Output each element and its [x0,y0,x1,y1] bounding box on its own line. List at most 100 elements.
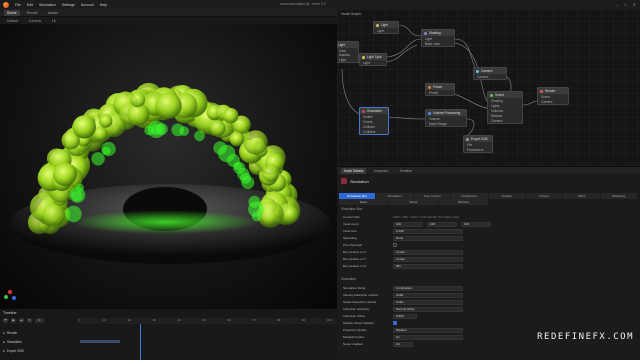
minimize-icon[interactable]: – [616,2,618,7]
fluid-puff [72,115,97,139]
node-graph[interactable]: Node Graph Light Light Shading Light Bas… [337,9,640,166]
simulation-mode-select[interactable]: Combustion [393,285,463,291]
properties-tabs: Node Details Inspector Timeline [337,167,640,174]
node-scene[interactable]: Scene Shading Lights Volumes Meshes Came… [487,91,523,124]
playback-controls: ⏮ ▶ ⏭ ↻ 0 [3,318,44,323]
export-icon [466,137,469,141]
eye-icon[interactable]: ● [3,349,5,353]
noise-gradient-select[interactable]: On [393,341,413,347]
maximize-icon[interactable]: □ [624,2,626,7]
velocity-advection-select[interactable]: Cubic [393,292,463,298]
node-simulation[interactable]: Simulation Emitter Forces Collision Coll… [359,107,389,135]
node-shading[interactable]: Shading Light Base color [421,29,455,47]
viewport-tabs: Scene Render Assets [0,9,337,17]
playhead[interactable] [140,324,142,360]
tab-node-details[interactable]: Node Details [341,167,367,174]
disable-ghost-collision-checkbox[interactable] [393,321,397,325]
toolbar-default[interactable]: Default [4,18,21,24]
tab-scene[interactable]: Scene [4,9,20,16]
node-light-1[interactable]: Light Light [373,21,399,34]
spreading-select[interactable]: None [393,235,463,241]
prop-velocity-advection: Velocity Advection method Cubic [343,292,633,298]
node-preset[interactable]: Preset Preset [425,83,455,96]
box-position-y-select[interactable]: Center [393,256,463,262]
node-export-vdb[interactable]: Export VDB File Parameters [463,135,493,153]
properties-panel: Node Details Inspector Timeline Simulati… [337,166,640,360]
fluid-glow-puff [71,190,83,202]
section-tabs-2: Mask Shear Particles [339,199,489,205]
tab-modelling[interactable]: Modelling [600,193,638,199]
tab-shear[interactable]: Shear [389,199,439,205]
node-volume-processing[interactable]: Volume Processing Volume Mask Range [425,109,467,127]
timeline-tick: 0 [78,318,80,322]
toolbar-camera[interactable]: Camera [26,18,44,24]
prop-disable-ghost-collision: Disable Ghost Collision [343,320,633,326]
track-render[interactable]: ● Render [3,331,17,335]
advection-accuracy-select[interactable]: Second Order [393,306,463,312]
fluid-puff [42,203,65,227]
frame-field[interactable]: 0 [35,318,44,323]
timeline-tick: 70 [252,318,256,322]
fluid-glow-puff [194,130,205,142]
timeline-tick: 20 [127,318,131,322]
tab-timeline[interactable]: Timeline [396,168,415,174]
prop-voxel-count: Voxel count 100 100 100 [343,221,633,227]
tab-vorticity[interactable]: Vorticity [488,193,526,199]
menu-account[interactable]: Account [81,3,94,7]
voxel-count-x[interactable]: 100 [393,221,423,227]
tab-render[interactable]: Render [24,10,41,16]
track-export-vdb[interactable]: ● Export VDB [3,349,24,353]
tab-assets[interactable]: Assets [45,10,61,16]
close-icon[interactable]: ✕ [633,2,636,7]
play-icon[interactable]: ▶ [11,318,16,323]
prop-pivot-specular: Pivot Specular [343,242,633,248]
menu-simulation[interactable]: Simulation [39,3,56,7]
timeline-ruler[interactable]: 0 10 20 30 40 50 60 70 80 90 100 [78,318,337,324]
skip-forward-icon[interactable]: ⏭ [19,318,24,323]
voxel-count-z[interactable]: 100 [461,221,491,227]
timeline-tick: 90 [302,318,306,322]
tab-wind[interactable]: Wind [563,193,601,199]
projection-quality-select[interactable]: Medium [393,327,463,333]
voxel-count-y[interactable]: 100 [427,221,457,227]
timeline-tick: 10 [102,318,107,322]
pivot-specular-checkbox[interactable] [393,243,397,247]
menu-edit[interactable]: Edit [27,3,33,7]
tab-particles[interactable]: Particles [439,199,489,205]
scalar-advection-select[interactable]: Cubic [393,299,463,305]
voxel-size-field[interactable]: 0.100 [393,228,463,234]
menu-file[interactable]: File [15,3,21,7]
timeline-panel: Timeline ⏮ ▶ ⏭ ↻ 0 0 10 20 30 40 50 60 70 80 90 10… [0,308,337,360]
advection-offset-field[interactable]: 0.000 [393,313,417,319]
box-position-x-select[interactable]: Center [393,249,463,255]
3d-viewport[interactable] [0,24,337,308]
ground-glow [70,210,260,234]
skip-back-icon[interactable]: ⏮ [3,318,8,323]
fluid-puff [223,107,239,124]
box-position-z-select[interactable]: Min [393,263,463,269]
tab-inspector[interactable]: Inspector [371,168,391,174]
node-render[interactable]: Render Scene Camera [537,87,569,105]
simulation-cache-bar [80,340,120,343]
timeline-tick: 30 [152,318,156,322]
node-light-spot[interactable]: Light Spot Light [359,53,387,66]
eye-icon[interactable]: ● [3,340,5,344]
volume-icon [428,111,431,115]
menu-settings[interactable]: Settings [62,3,75,7]
toolbar-lit[interactable]: Lit [49,18,59,24]
eye-icon[interactable]: ● [3,331,5,335]
loop-icon[interactable]: ↻ [27,318,32,323]
menu-help[interactable]: Help [100,3,107,7]
prop-box-position-y: Box position on Y Center [343,256,633,262]
scene-icon [490,93,493,97]
window-controls: – □ ✕ [616,2,636,7]
multigrid-cycles-field[interactable]: 10 [393,334,463,340]
node-camera[interactable]: Camera Camera [473,67,507,80]
viewport-toolbar: Default Camera Lit [0,17,337,24]
node-light-2[interactable]: Light Cast shadow Light [337,41,359,63]
prop-spreading: Spreading None [343,235,633,241]
track-simulation[interactable]: ● Simulation [3,340,22,344]
timeline-tick: 60 [227,318,231,322]
tab-mask[interactable]: Mask [339,199,389,205]
tab-forces[interactable]: Forces [525,193,564,199]
